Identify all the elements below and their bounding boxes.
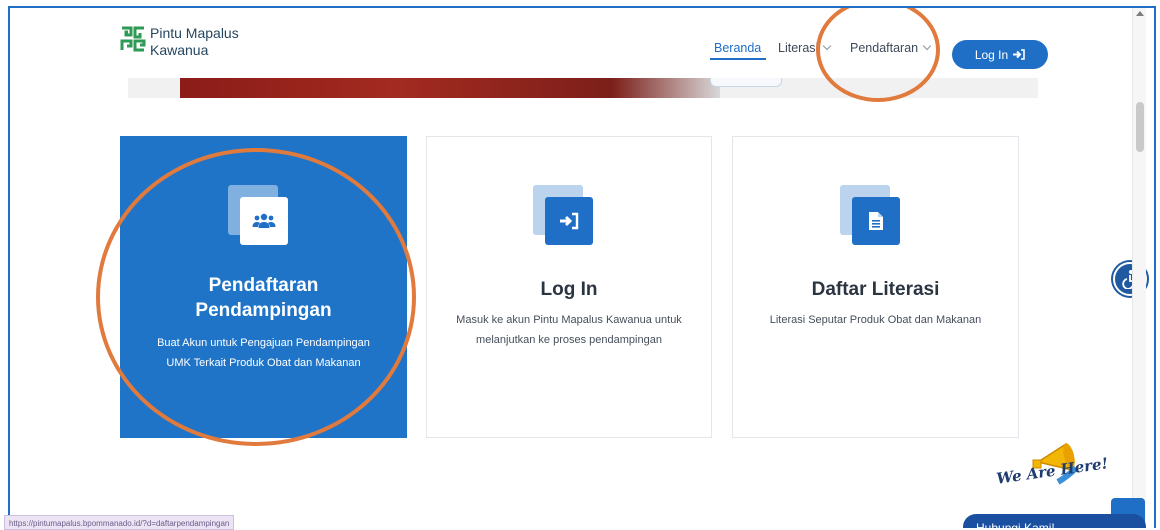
nav-beranda[interactable]: Beranda	[714, 41, 761, 55]
login-button-label: Log In	[974, 47, 1009, 62]
nav-active-underline	[710, 58, 766, 60]
card-icon	[533, 185, 593, 245]
annotation-circle	[96, 148, 416, 446]
page: Pintu Mapalus Kawanua Beranda Literasi P…	[10, 8, 1147, 528]
hero-image	[180, 78, 720, 98]
logo-icon[interactable]	[120, 26, 146, 57]
brand-line-1: Pintu Mapalus	[150, 25, 239, 41]
card-description: Literasi Seputar Produk Obat dan Makanan	[743, 310, 1008, 330]
card-desc-line-1: Masuk ke akun Pintu Mapalus Kawanua untu…	[456, 314, 682, 326]
card-description: Masuk ke akun Pintu Mapalus Kawanua untu…	[437, 310, 701, 350]
card-desc-line-1: Literasi Seputar Produk Obat dan Makanan	[769, 314, 982, 326]
card-daftar-literasi[interactable]: Daftar Literasi Literasi Seputar Produk …	[732, 136, 1019, 438]
login-button[interactable]: Log In	[952, 40, 1048, 69]
site-header: Pintu Mapalus Kawanua Beranda Literasi P…	[10, 8, 1146, 78]
browser-viewport: Pintu Mapalus Kawanua Beranda Literasi P…	[8, 6, 1156, 528]
hubungi-kami-button[interactable]: Hubungi Kami!	[963, 514, 1146, 528]
document-icon	[851, 197, 900, 245]
card-icon	[839, 185, 900, 245]
card-title: Daftar Literasi	[811, 279, 940, 300]
scrollbar-thumb[interactable]	[1136, 102, 1144, 152]
page-scrollbar[interactable]	[1132, 8, 1146, 528]
hero-slide-indicator[interactable]	[710, 78, 782, 87]
sign-in-icon	[1013, 49, 1025, 60]
card-log-in[interactable]: Log In Masuk ke akun Pintu Mapalus Kawan…	[426, 136, 712, 438]
card-desc-line-2: melanjutkan ke proses pendampingan	[476, 334, 662, 346]
brand-line-2: Kawanua	[150, 42, 209, 58]
brand-name[interactable]: Pintu Mapalus Kawanua	[150, 25, 239, 59]
status-bar-url: https://pintumapalus.bpommanado.id/?d=da…	[4, 515, 235, 530]
scroll-up-icon[interactable]	[1136, 11, 1144, 16]
card-title: Log In	[540, 279, 598, 300]
sign-in-icon	[545, 197, 593, 245]
nav-literasi-label: Literasi	[778, 41, 819, 55]
